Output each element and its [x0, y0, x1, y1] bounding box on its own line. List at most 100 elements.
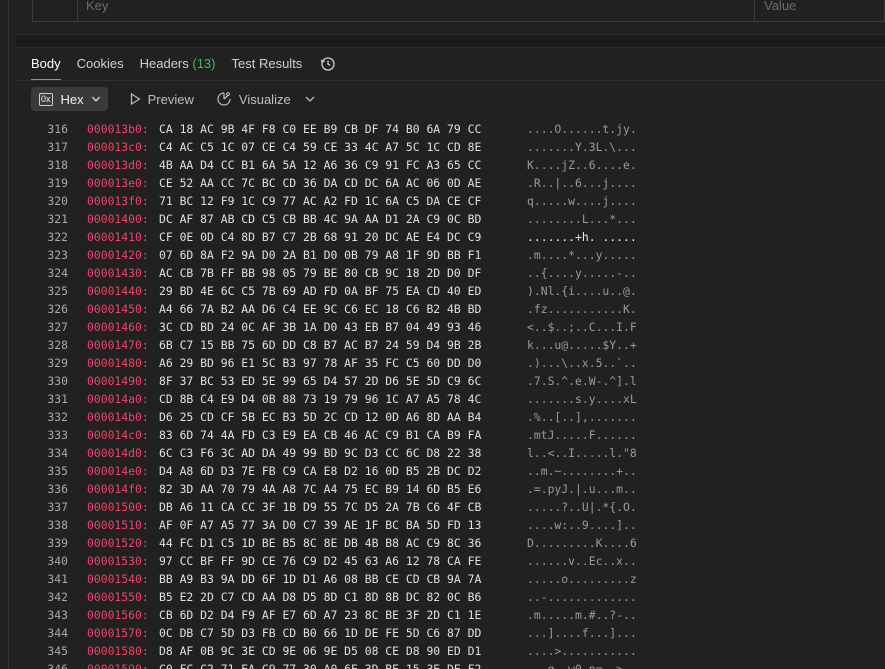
- line-number: 328: [47, 338, 68, 352]
- tab-label: Cookies: [76, 56, 124, 71]
- hex-offset: 00001580:: [87, 644, 149, 658]
- key-column-placeholder: Key: [86, 0, 109, 13]
- ascii-preview: D.........K....6: [527, 536, 637, 550]
- line-number: 330: [47, 374, 68, 388]
- hex-bytes: 8F 37 BC 53 ED 5E 99 65 D4 57 2D D6 5E 5…: [159, 374, 482, 388]
- hex-offset: 000014f0:: [87, 482, 149, 496]
- hex-bytes: CB 6D D2 D4 F9 AF E7 6D A7 23 8C BE 3F 2…: [159, 608, 482, 622]
- ascii-preview: .m....*...y.....: [527, 248, 637, 262]
- hex-bytes: 97 CC BF FF 9D CE 76 C9 D2 45 63 A6 12 7…: [159, 554, 482, 568]
- ascii-preview: q.....w....j....: [527, 194, 637, 208]
- hex-offset: 00001460:: [87, 320, 149, 334]
- chevron-down-icon[interactable]: [304, 93, 316, 105]
- ascii-preview: ..m.~........+..: [527, 464, 637, 478]
- line-number: 343: [47, 608, 68, 622]
- tab-test-results[interactable]: Test Results: [232, 49, 303, 79]
- line-number: 317: [47, 140, 68, 154]
- hex-offset: 00001470:: [87, 338, 149, 352]
- preview-button[interactable]: Preview: [130, 92, 194, 107]
- hex-offset: 00001480:: [87, 356, 149, 370]
- tab-cookies[interactable]: Cookies: [77, 49, 124, 79]
- hex-offset: 000014b0:: [87, 410, 149, 424]
- column-divider: [754, 0, 755, 21]
- line-number: 321: [47, 212, 68, 226]
- line-number: 341: [47, 572, 68, 586]
- ascii-preview: .R..|..6...j....: [527, 176, 637, 190]
- hex-viewer[interactable]: 316 000013b0: CA 18 AC 9B 4F F8 C0 EE B9 C…: [16, 120, 885, 669]
- hex-bytes: A6 29 BD 96 E1 5C B3 97 78 AF 35 FC C5 6…: [159, 356, 482, 370]
- line-number: 329: [47, 356, 68, 370]
- tab-headers[interactable]: Headers (13): [140, 49, 216, 79]
- line-number: 332: [47, 410, 68, 424]
- hex-bytes: C0 FC C2 71 EA C9 77 30 A0 6E 3D BE 15 3…: [159, 662, 482, 669]
- hex-bytes: 4B AA D4 CC B1 6A 5A 12 A6 36 C9 91 FC A…: [159, 158, 482, 172]
- line-number: 316: [47, 122, 68, 136]
- line-number: 337: [47, 500, 68, 514]
- line-number: 326: [47, 302, 68, 316]
- ascii-preview: .mtJ.....F......: [527, 428, 637, 442]
- line-number: 327: [47, 320, 68, 334]
- line-number: 334: [47, 446, 68, 460]
- hex-offset: 00001560:: [87, 608, 149, 622]
- tab-body[interactable]: Body: [31, 49, 61, 81]
- hex-bytes: D4 A8 6D D3 7E FB C9 CA E8 D2 16 0D B5 2…: [159, 464, 482, 478]
- line-number: 319: [47, 176, 68, 190]
- hex-bytes: D6 25 CD CF 5B EC B3 5D 2C CD 12 0D A6 8…: [159, 410, 482, 424]
- hex-bytes: 0C DB C7 5D D3 FB CD B0 66 1D DE FE 5D C…: [159, 626, 482, 640]
- hex-bytes: 83 6D 74 4A FD C3 E9 EA CB 46 AC C9 B1 C…: [159, 428, 482, 442]
- visualize-label: Visualize: [238, 91, 291, 107]
- line-number: 346: [47, 662, 68, 669]
- ascii-preview: .....o.........z: [527, 572, 637, 586]
- preview-label: Preview: [147, 91, 194, 107]
- visualize-button[interactable]: Visualize: [216, 91, 291, 107]
- hex-bytes: D8 AF 0B 9C 3E CD 9E 06 9E D5 08 CE D8 9…: [159, 644, 482, 658]
- line-number: 331: [47, 392, 68, 406]
- ascii-preview: .)...\..x.5..`..: [527, 356, 637, 370]
- hex-offset: 00001530:: [87, 554, 149, 568]
- ascii-preview: .....?..U|.*{.O.: [527, 500, 637, 514]
- scrollbar[interactable]: [877, 120, 885, 669]
- hex-offset: 00001520:: [87, 536, 149, 550]
- line-number: 338: [47, 518, 68, 532]
- hex-bytes: 29 BD 4E 6C C5 7B 69 AD FD 0A BF 75 EA C…: [159, 284, 482, 298]
- pane-resize-handle[interactable]: [16, 34, 885, 48]
- hex-bytes: 6C C3 F6 3C AD DA 49 99 BD 9C D3 CC 6C D…: [159, 446, 482, 460]
- hex-bytes: CA 18 AC 9B 4F F8 C0 EE B9 CB DF 74 B0 6…: [159, 122, 482, 136]
- hex-bytes: 07 6D 8A F2 9A D0 2A B1 D0 0B 79 A8 1F 9…: [159, 248, 482, 262]
- line-number: 320: [47, 194, 68, 208]
- hex-offset: 000013d0:: [87, 158, 149, 172]
- checkbox-column: [33, 0, 78, 21]
- ascii-preview: k...u@.....$Y..+: [527, 338, 637, 352]
- ascii-preview: .......Y.3L.\...: [527, 140, 637, 154]
- hex-bytes: DC AF 87 AB CD C5 CB BB 4C 9A AA D1 2A C…: [159, 212, 482, 226]
- ascii-preview: ...]....f...]...: [527, 626, 637, 640]
- hex-offset: 00001510:: [87, 518, 149, 532]
- ascii-preview: ..-.............: [527, 590, 637, 604]
- hex-offset: 00001430:: [87, 266, 149, 280]
- line-number: 325: [47, 284, 68, 298]
- hex-offset: 000013b0:: [87, 122, 149, 136]
- history-icon[interactable]: [320, 56, 336, 72]
- ascii-preview: ....O......t.jy.: [527, 122, 637, 136]
- format-dropdown-button[interactable]: 0x Hex: [31, 87, 108, 111]
- hex-bytes: 44 FC D1 C5 1D BE B5 8C 8E DB 4B B8 AC C…: [159, 536, 482, 550]
- line-number: 336: [47, 482, 68, 496]
- headers-count-badge: (13): [192, 56, 216, 71]
- line-number: 323: [47, 248, 68, 262]
- tab-label: Test Results: [231, 56, 303, 71]
- line-number: 342: [47, 590, 68, 604]
- hex-bytes: CE 52 AA CC 7C BC CD 36 DA CD DC 6A AC 0…: [159, 176, 482, 190]
- ascii-preview: ).Nl.{i....u..@.: [527, 284, 637, 298]
- hex-bytes: BB A9 B3 9A DD 6F 1D D1 A6 08 BB CE CD C…: [159, 572, 482, 586]
- ascii-preview: .7.S.^.e.W-.^].l: [527, 374, 637, 388]
- response-toolbar: 0x Hex Preview Visualize: [31, 86, 316, 112]
- chevron-down-icon: [91, 96, 100, 102]
- ascii-preview: .m.....m.#..?-..: [527, 608, 637, 622]
- ascii-preview: .=.pyJ.|.u...m..: [527, 482, 637, 496]
- ascii-preview: ....w:..9....]..: [527, 518, 637, 532]
- hex-offset: 00001570:: [87, 626, 149, 640]
- ascii-preview: ....>...........: [527, 644, 637, 658]
- hex-offset: 000014a0:: [87, 392, 149, 406]
- hex-bytes: C4 AC C5 1C 07 CE C4 59 CE 33 4C A7 5C 1…: [159, 140, 482, 154]
- hex-offset: 00001420:: [87, 248, 149, 262]
